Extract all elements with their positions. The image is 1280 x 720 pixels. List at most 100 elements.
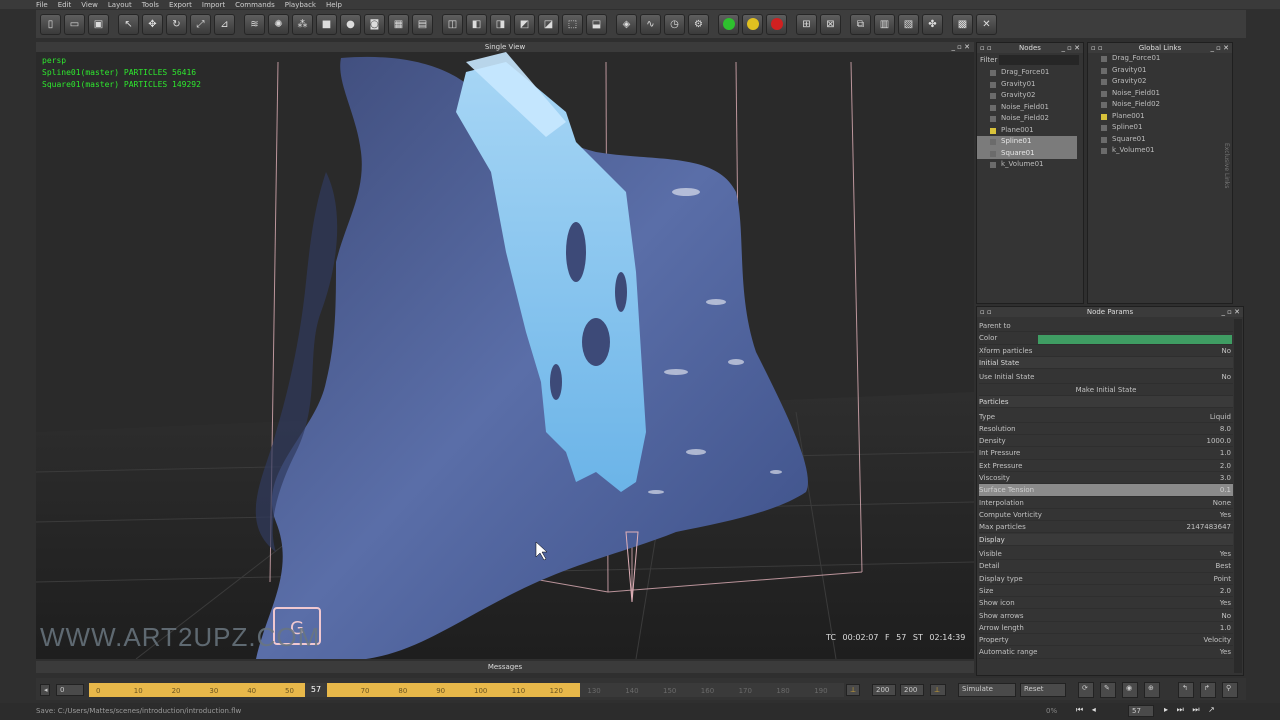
make-initial-state-button[interactable]: Make Initial State — [979, 384, 1233, 396]
menu-commands[interactable]: Commands — [235, 1, 275, 9]
gear-icon[interactable]: ⚙ — [688, 13, 709, 35]
scale-icon[interactable]: ⤢ — [190, 13, 211, 35]
key-prev-icon[interactable]: ↰ — [1178, 682, 1194, 698]
save-scene-icon[interactable]: ▣ — [88, 13, 109, 35]
timeline-key-icon[interactable]: ⊥ — [846, 684, 860, 696]
menu-arrow-icon[interactable]: ↗ — [1208, 705, 1215, 714]
menu-tools[interactable]: Tools — [142, 1, 159, 9]
new-scene-icon[interactable]: ▯ — [40, 13, 61, 35]
node-item[interactable]: Noise_Field01 — [977, 102, 1083, 114]
tools-icon[interactable]: ✕ — [976, 13, 997, 35]
node-item[interactable]: Noise_Field02 — [977, 113, 1083, 125]
timeline-current-frame[interactable]: 57 — [305, 683, 327, 697]
param-row[interactable]: Compute Vorticity Yes — [979, 509, 1233, 522]
menu-export[interactable]: Export — [169, 1, 192, 9]
param-value[interactable]: 2147483647 — [1186, 521, 1231, 533]
menu-view[interactable]: View — [81, 1, 98, 9]
pause-yellow-icon[interactable] — [742, 13, 763, 35]
network-icon[interactable]: ✤ — [922, 13, 943, 35]
exclusive-links-tab[interactable]: Exclusive Links — [1223, 143, 1230, 188]
param-value[interactable]: Yes — [1220, 597, 1231, 609]
param-value[interactable]: Point — [1214, 573, 1231, 585]
param-row[interactable]: Max particles 2147483647 — [979, 521, 1233, 534]
camera-icon[interactable]: ◙ — [364, 13, 385, 35]
link-item[interactable]: Gravity02 — [1088, 76, 1232, 88]
param-row[interactable]: Interpolation None — [979, 497, 1233, 509]
export-icon[interactable]: ⬓ — [586, 13, 607, 35]
param-row[interactable]: Use Initial State No — [979, 371, 1233, 384]
param-value[interactable]: 1.0 — [1220, 622, 1231, 634]
link-icon[interactable]: ⊿ — [214, 13, 235, 35]
link-item[interactable]: Plane001 — [1088, 111, 1232, 123]
menu-file[interactable]: File — [36, 1, 48, 9]
param-row[interactable]: Density 1000.0 — [979, 435, 1233, 448]
param-value[interactable]: No — [1221, 345, 1231, 357]
menu-playback[interactable]: Playback — [285, 1, 316, 9]
eye-icon[interactable]: ◉ — [1122, 682, 1138, 698]
param-value[interactable]: 1.0 — [1220, 447, 1231, 459]
node-item-selected[interactable]: Square01 — [977, 147, 1077, 159]
param-row[interactable]: Property Velocity — [979, 634, 1233, 647]
param-value[interactable]: Yes — [1220, 646, 1231, 658]
play-icon[interactable]: ▸ — [1164, 705, 1168, 714]
grid-view-icon[interactable]: ▥ — [874, 13, 895, 35]
link-item[interactable]: Gravity01 — [1088, 65, 1232, 77]
particles-icon[interactable]: ⁂ — [292, 13, 313, 35]
link-item[interactable]: Spline01 — [1088, 122, 1232, 134]
reset-dropdown[interactable]: Reset — [1020, 683, 1066, 697]
save-cache-icon[interactable]: ⊞ — [796, 13, 817, 35]
node-item[interactable]: Drag_Force01 — [977, 67, 1083, 79]
curve-icon[interactable]: ∿ — [640, 13, 661, 35]
link-item[interactable]: Noise_Field01 — [1088, 88, 1232, 100]
menu-help[interactable]: Help — [326, 1, 342, 9]
panel-icon[interactable]: ▧ — [898, 13, 919, 35]
param-value[interactable]: 1000.0 — [1207, 435, 1232, 447]
node-item-selected[interactable]: Spline01 — [977, 136, 1077, 148]
stop-red-icon[interactable] — [766, 13, 787, 35]
open-scene-icon[interactable]: ▭ — [64, 13, 85, 35]
param-value[interactable]: 8.0 — [1220, 423, 1231, 435]
sphere-icon[interactable]: ● — [340, 13, 361, 35]
param-value[interactable]: 2.0 — [1220, 585, 1231, 597]
mesher-icon[interactable]: ⬚ — [562, 13, 583, 35]
timeline-end-field-a[interactable]: 200 — [872, 684, 896, 696]
node-item[interactable]: Plane001 — [977, 125, 1083, 137]
messages-bar[interactable]: Messages — [36, 661, 974, 673]
param-value[interactable]: Yes — [1220, 509, 1231, 521]
daemon1-icon[interactable]: ◫ — [442, 13, 463, 35]
daemon3-icon[interactable]: ◨ — [490, 13, 511, 35]
param-value[interactable]: Liquid — [1210, 411, 1231, 423]
param-row[interactable]: Display type Point — [979, 573, 1233, 585]
param-value[interactable]: 0.1 — [1220, 484, 1231, 496]
node-editor-icon[interactable]: ⧉ — [850, 13, 871, 35]
daemon4-icon[interactable]: ◩ — [514, 13, 535, 35]
param-row[interactable]: Xform particles No — [979, 345, 1233, 357]
menu-edit[interactable]: Edit — [58, 1, 72, 9]
param-value[interactable]: 2.0 — [1220, 460, 1231, 472]
timeline-end-field-b[interactable]: 200 — [900, 684, 924, 696]
param-row[interactable]: Parent to — [979, 320, 1233, 333]
prev-frame-icon[interactable]: ◂ — [1092, 705, 1096, 714]
link-item[interactable]: Noise_Field02 — [1088, 99, 1232, 111]
render-icon[interactable]: ▩ — [952, 13, 973, 35]
menu-import[interactable]: Import — [202, 1, 225, 9]
timeline-marker-icon[interactable]: ⊥ — [930, 684, 946, 696]
simulate-dropdown[interactable]: Simulate — [958, 683, 1016, 697]
timeline-range[interactable] — [89, 683, 580, 697]
daemon5-icon[interactable]: ◪ — [538, 13, 559, 35]
playback-frame-field[interactable]: 57 — [1128, 705, 1154, 717]
param-value[interactable]: Best — [1215, 560, 1231, 572]
clock-icon[interactable]: ◷ — [664, 13, 685, 35]
color-swatch[interactable] — [1038, 335, 1232, 344]
param-row[interactable]: Arrow length 1.0 — [979, 622, 1233, 635]
param-value[interactable]: Velocity — [1204, 634, 1231, 646]
cube-icon[interactable]: ■ — [316, 13, 337, 35]
param-row[interactable]: Show icon Yes — [979, 597, 1233, 610]
link-item[interactable]: Square01 — [1088, 134, 1232, 146]
layers-icon[interactable]: ≋ — [244, 13, 265, 35]
param-row[interactable]: Visible Yes — [979, 548, 1233, 561]
link-item[interactable]: k_Volume01 — [1088, 145, 1232, 157]
node-item[interactable]: k_Volume01 — [977, 159, 1083, 171]
timeline-left-arrow-icon[interactable]: ◂ — [40, 684, 50, 696]
param-row[interactable]: Viscosity 3.0 — [979, 472, 1233, 485]
